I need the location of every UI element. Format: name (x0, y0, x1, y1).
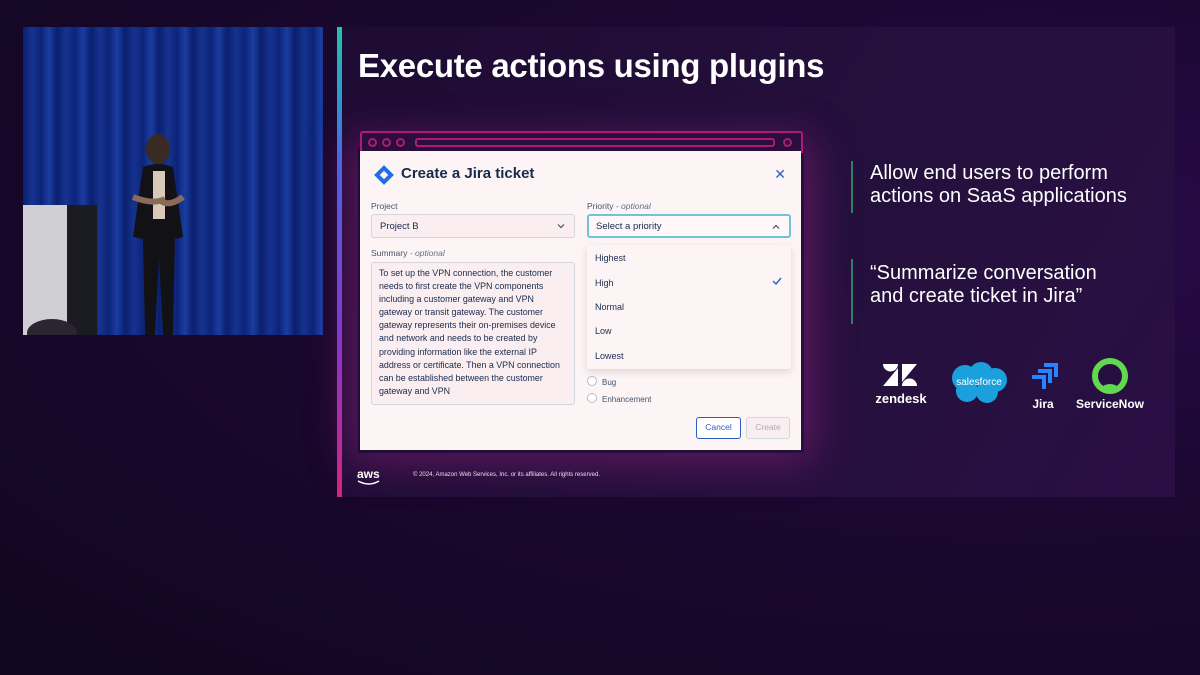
priority-select[interactable]: Select a priority (587, 214, 791, 238)
servicenow-logo: ServiceNow (1073, 358, 1147, 412)
aws-smile-icon (357, 480, 380, 485)
bullet-divider (851, 161, 853, 213)
issue-type-enhancement[interactable]: Enhancement (587, 393, 651, 404)
priority-option-lowest[interactable]: Lowest (595, 351, 624, 361)
bullet-divider (851, 259, 853, 324)
servicenow-icon (1092, 358, 1128, 394)
stage-panel-dark (67, 205, 97, 335)
jira-logo: Jira (1025, 362, 1061, 412)
priority-placeholder: Select a priority (596, 221, 662, 232)
cancel-button[interactable]: Cancel (696, 417, 741, 439)
project-value: Project B (380, 221, 419, 232)
radio-circle (587, 376, 597, 386)
priority-option-low[interactable]: Low (595, 326, 612, 336)
zendesk-label: zendesk (875, 391, 927, 406)
chevron-down-icon (557, 224, 565, 229)
stage-panel (23, 205, 67, 335)
presentation-slide: Execute actions using plugins Create a J… (337, 27, 1175, 497)
window-dot (368, 138, 377, 147)
project-label: Project (371, 201, 398, 211)
speaker-figure (131, 134, 185, 335)
issue-type-bug[interactable]: Bug (587, 376, 616, 387)
window-dot (382, 138, 391, 147)
speaker-video (23, 27, 323, 335)
browser-frame (360, 131, 803, 153)
zendesk-icon (883, 364, 917, 386)
checkmark-icon (772, 277, 782, 285)
project-select[interactable]: Project B (371, 214, 575, 238)
chevron-up-icon (772, 224, 780, 229)
window-dot (783, 138, 792, 147)
close-icon[interactable]: ✕ (774, 166, 786, 183)
slide-title: Execute actions using plugins (358, 47, 825, 84)
window-dot (396, 138, 405, 147)
priority-option-highest[interactable]: Highest (595, 253, 626, 263)
create-button[interactable]: Create (746, 417, 790, 439)
priority-label-text: Priority (587, 201, 614, 211)
radio-circle (587, 393, 597, 403)
dialog-title: Create a Jira ticket (401, 165, 535, 182)
salesforce-label: salesforce (956, 377, 1002, 388)
priority-option-normal[interactable]: Normal (595, 302, 624, 312)
aws-logo: aws (357, 467, 380, 481)
summary-textarea[interactable]: To set up the VPN connection, the custom… (371, 262, 575, 405)
priority-dropdown-menu: Highest High Normal Low Lowest (587, 245, 791, 369)
salesforce-logo: salesforce (947, 360, 1011, 408)
summary-label: Summary - optional (371, 248, 445, 258)
optional-tag: - optional (409, 248, 445, 258)
copyright-text: © 2024, Amazon Web Services, Inc. or its… (413, 472, 600, 478)
jira-icon (1032, 363, 1058, 389)
issue-type-label: Bug (602, 378, 617, 387)
bullet-saas-actions: Allow end users to perform actions on Sa… (870, 162, 1127, 207)
optional-tag: - optional (615, 201, 651, 211)
bullet-quote: “Summarize conversation and create ticke… (870, 262, 1097, 307)
address-bar (415, 138, 775, 147)
zendesk-logo: zendesk (870, 362, 932, 410)
issue-type-label: Enhancement (602, 395, 652, 404)
servicenow-label: ServiceNow (1075, 397, 1145, 411)
jira-diamond-icon (374, 165, 394, 185)
summary-label-text: Summary (371, 248, 408, 258)
accent-bar (337, 27, 342, 497)
priority-label: Priority - optional (587, 201, 651, 211)
jira-create-dialog: Create a Jira ticket ✕ Project Project B… (360, 151, 801, 450)
priority-option-high[interactable]: High (595, 278, 614, 288)
jira-label: Jira (1032, 397, 1054, 411)
